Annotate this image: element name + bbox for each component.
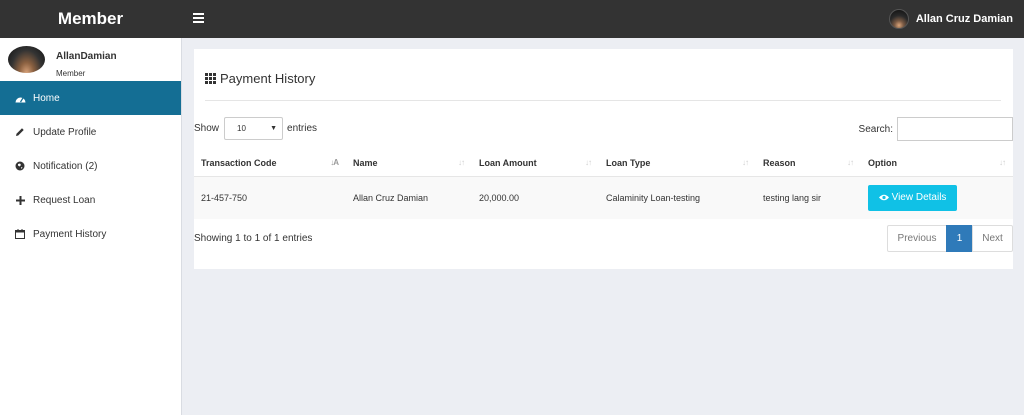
column-header-label: Transaction Code — [201, 157, 277, 168]
user-name: Allan Cruz Damian — [915, 13, 1013, 25]
show-label: Show — [194, 123, 220, 134]
sidebar-item-label: Notification (2) — [33, 160, 98, 172]
entries-select-value: 10 — [237, 124, 246, 133]
column-header-name[interactable]: Name ↓↑ — [346, 150, 472, 177]
column-header-label: Name — [353, 157, 378, 168]
globe-icon — [14, 161, 26, 171]
search-input[interactable] — [897, 117, 1013, 141]
column-header-loan-type[interactable]: Loan Type ↓↑ — [599, 150, 756, 177]
column-header-label: Reason — [763, 157, 796, 168]
profile-name: AllanDamian — [56, 51, 117, 62]
column-header-label: Option — [868, 157, 897, 168]
search-control: Search: — [859, 117, 1013, 141]
cell-loan-type: Calaminity Loan-testing — [599, 176, 756, 219]
top-navbar: Member Allan Cruz Damian — [0, 0, 1024, 38]
sidebar-item-label: Update Profile — [33, 126, 97, 138]
view-details-button[interactable]: View Details — [868, 184, 957, 211]
sort-icon: ↓↑ — [999, 158, 1006, 167]
profile-avatar — [8, 46, 45, 73]
cell-name: Allan Cruz Damian — [346, 176, 472, 219]
pagination-next-button[interactable]: Next — [972, 225, 1013, 252]
sidebar-item-payment-history[interactable]: Payment History — [0, 217, 181, 251]
calendar-icon — [14, 229, 26, 239]
divider — [205, 100, 1001, 101]
search-label: Search: — [858, 123, 893, 135]
panel-header: Payment History — [205, 71, 315, 86]
payment-history-table: Transaction Code ↓A Name ↓↑ Loan Amount ↓↑ … — [194, 150, 1013, 219]
payment-history-panel: Payment History Show 10 ▼ entries Search… — [194, 49, 1013, 269]
pagination-previous-button[interactable]: Previous — [887, 225, 947, 252]
sidebar-item-update-profile[interactable]: Update Profile — [0, 115, 181, 149]
sort-icon: ↓↑ — [742, 158, 749, 167]
eye-icon — [878, 193, 889, 203]
entries-label: entries — [287, 123, 318, 134]
cell-reason: testing lang sir — [756, 176, 861, 219]
column-header-label: Loan Type — [606, 157, 651, 168]
column-header-reason[interactable]: Reason ↓↑ — [756, 150, 861, 177]
entries-select[interactable]: 10 ▼ — [224, 117, 284, 140]
sort-icon: ↓↑ — [458, 158, 465, 167]
pencil-icon — [14, 127, 26, 137]
chevron-down-icon: ▼ — [270, 125, 278, 132]
sidebar-item-label: Home — [33, 92, 60, 104]
table-info: Showing 1 to 1 of 1 entries — [194, 233, 313, 244]
dashboard-icon — [14, 94, 26, 103]
column-header-option[interactable]: Option ↓↑ — [861, 150, 1013, 177]
table-row: 21-457-750 Allan Cruz Damian 20,000.00 C… — [194, 176, 1013, 219]
profile-role: Member — [56, 69, 86, 78]
sidebar: AllanDamian Member Home Update Profile N… — [0, 38, 182, 415]
sidebar-item-label: Payment History — [33, 228, 107, 240]
sidebar-item-home[interactable]: Home — [0, 81, 181, 115]
sidebar-item-request-loan[interactable]: Request Loan — [0, 183, 181, 217]
pagination-page-button[interactable]: 1 — [946, 225, 973, 252]
user-avatar — [888, 9, 909, 29]
column-header-label: Loan Amount — [479, 157, 537, 168]
user-menu[interactable]: Allan Cruz Damian — [888, 9, 1013, 29]
page-title: Payment History — [220, 71, 316, 86]
brand-title: Member — [57, 9, 124, 28]
sidebar-profile: AllanDamian Member — [0, 38, 181, 81]
sidebar-item-notification[interactable]: Notification (2) — [0, 149, 181, 183]
column-header-transaction-code[interactable]: Transaction Code ↓A — [194, 150, 346, 177]
sort-icon: ↓↑ — [585, 158, 592, 167]
cell-transaction-code: 21-457-750 — [194, 176, 346, 219]
sort-icon: ↓↑ — [847, 158, 854, 167]
plus-icon — [14, 195, 26, 205]
cell-option: View Details — [861, 176, 1013, 219]
sidebar-item-label: Request Loan — [33, 194, 96, 206]
menu-toggle-icon[interactable] — [193, 13, 204, 23]
table-header-row: Transaction Code ↓A Name ↓↑ Loan Amount ↓↑ … — [194, 150, 1013, 177]
pagination: Previous 1 Next — [887, 225, 1013, 252]
cell-loan-amount: 20,000.00 — [472, 176, 599, 219]
show-entries-control: Show 10 ▼ entries — [194, 117, 317, 140]
sort-asc-icon: ↓A — [330, 158, 339, 167]
column-header-loan-amount[interactable]: Loan Amount ↓↑ — [472, 150, 599, 177]
view-details-label: View Details — [891, 192, 947, 204]
th-grid-icon — [205, 73, 216, 84]
